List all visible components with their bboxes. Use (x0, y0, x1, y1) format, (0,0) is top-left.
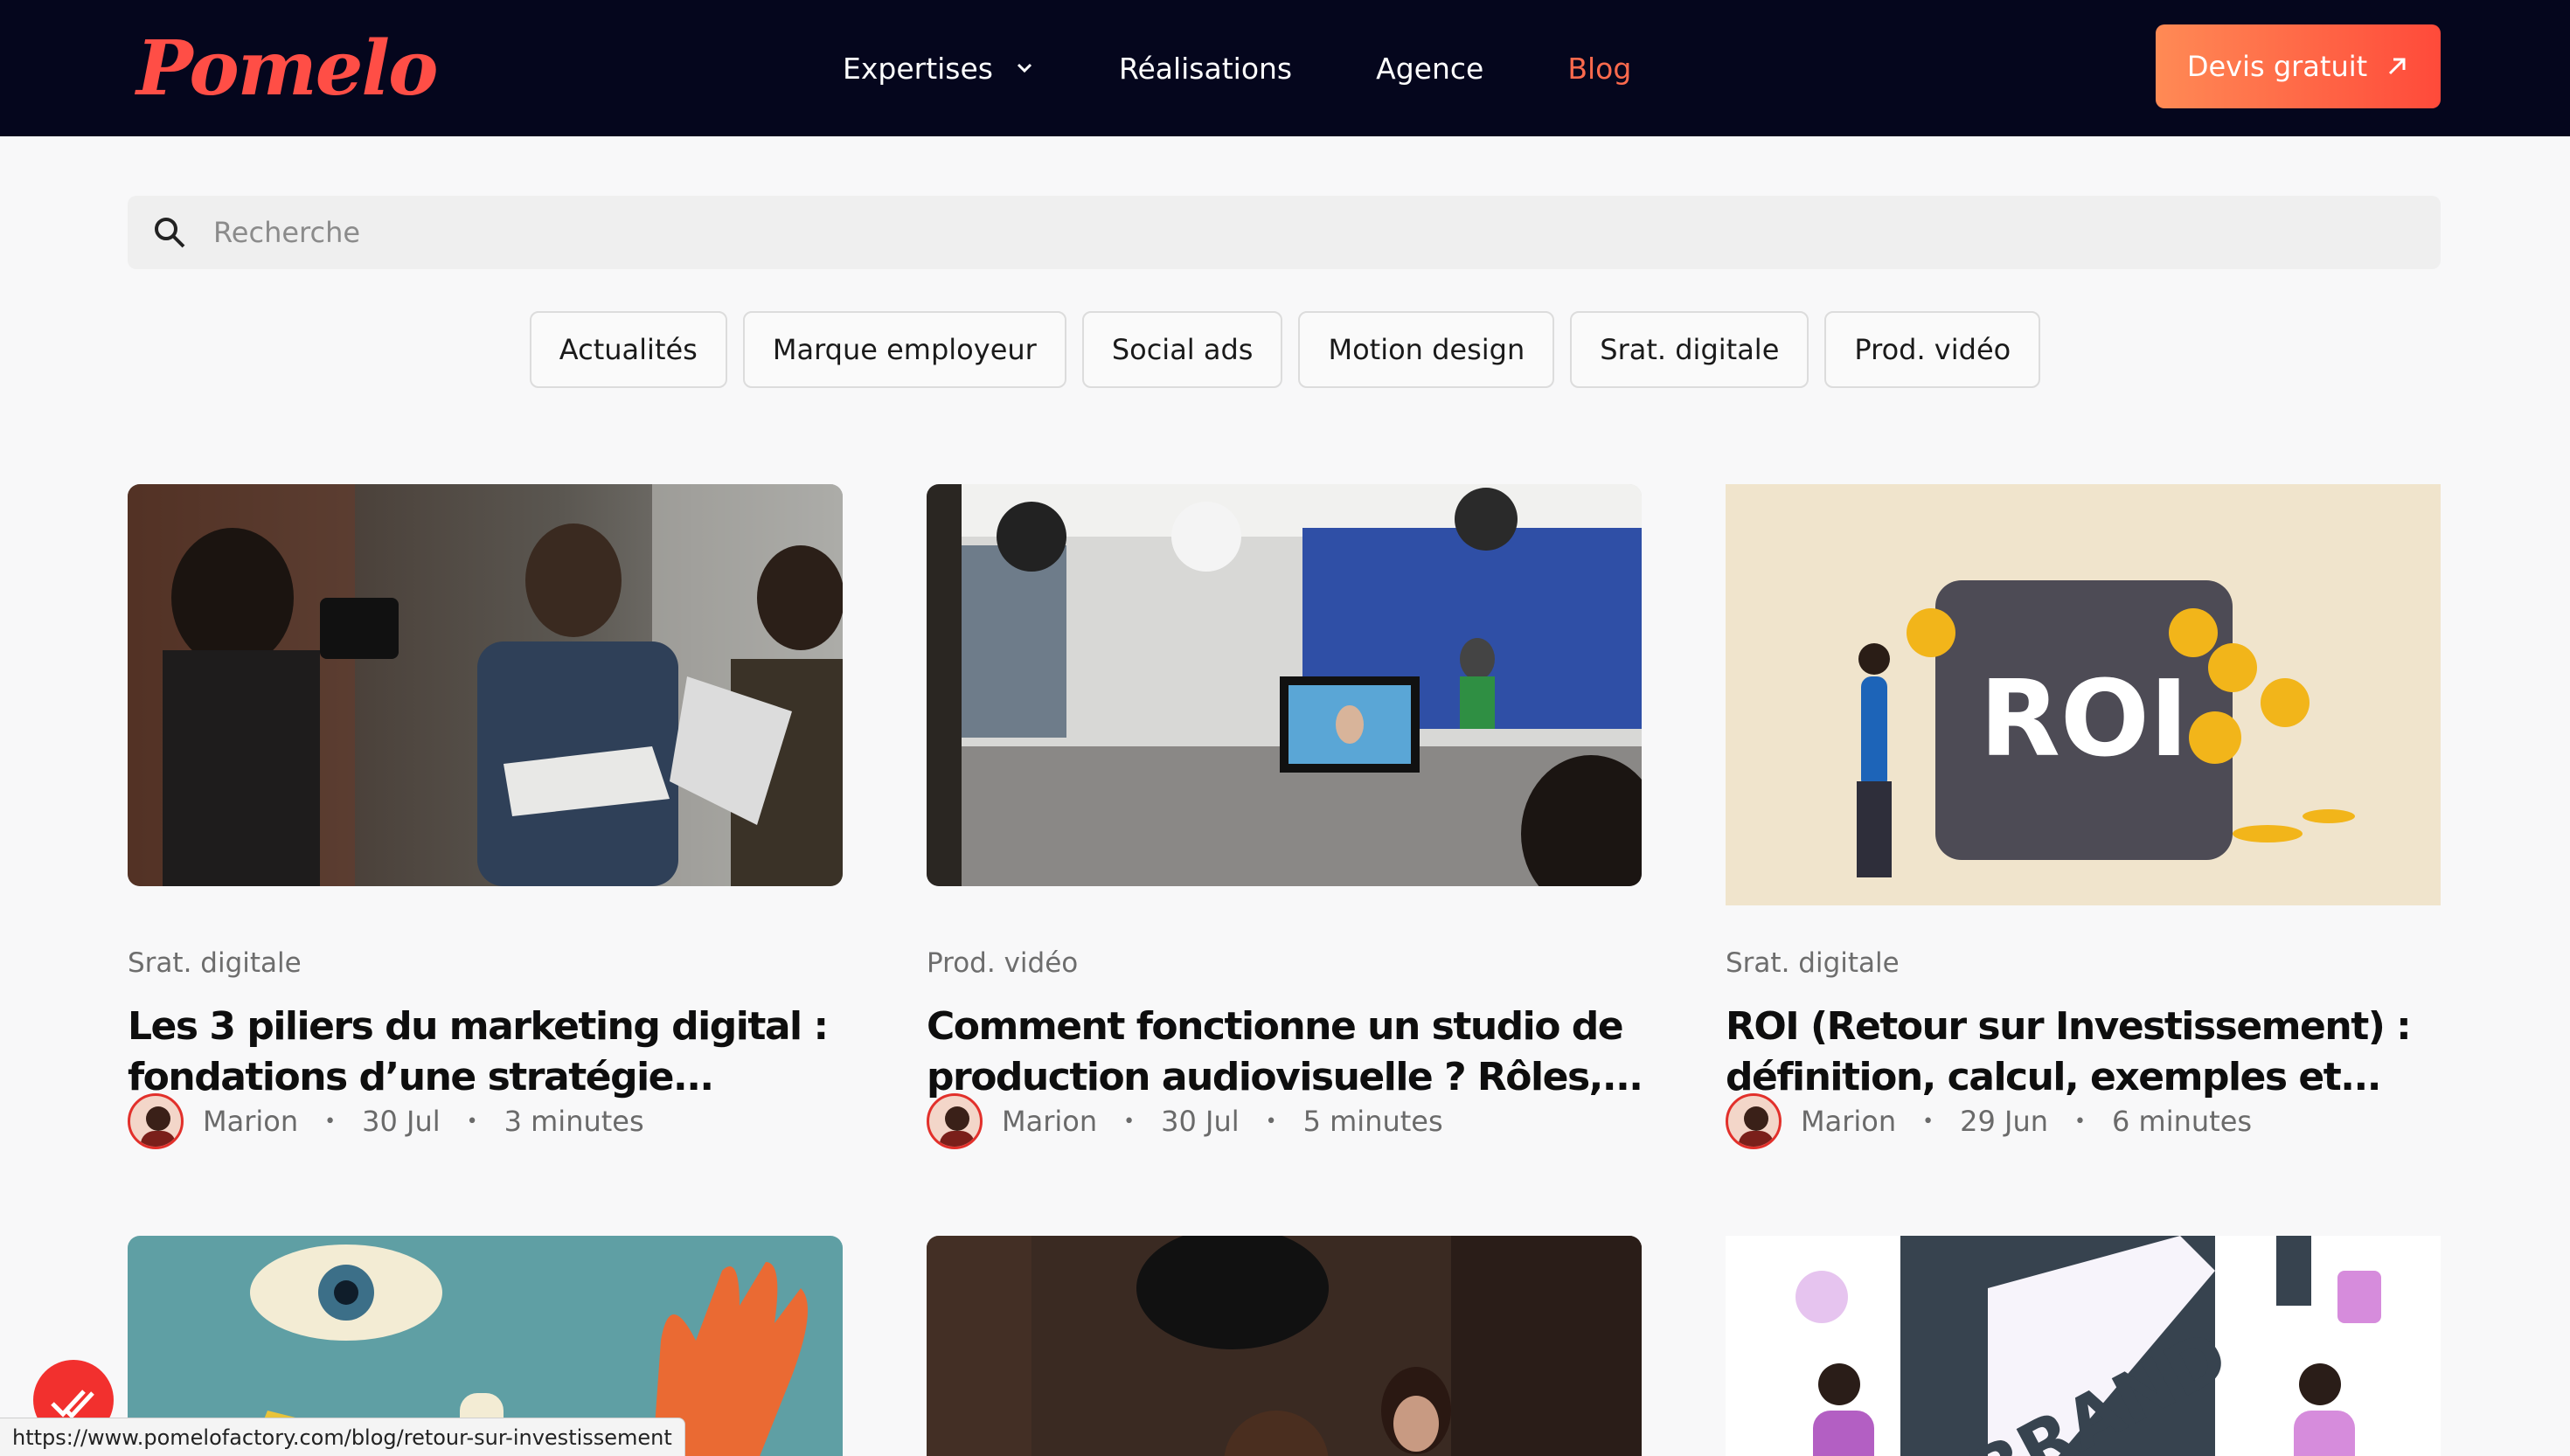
roi-image-text: ROI (1979, 659, 2188, 780)
status-bar-url: https://www.pomelofactory.com/blog/retou… (0, 1418, 685, 1456)
filter-chip-motion-design[interactable]: Motion design (1298, 311, 1555, 388)
article-title[interactable]: ROI (Retour sur Investissement) : défini… (1726, 1002, 2460, 1103)
author-name: Marion (1801, 1105, 1897, 1138)
search-bar (128, 196, 2441, 269)
article-thumbnail[interactable] (927, 484, 1642, 886)
filter-chip-actualites[interactable]: Actualités (529, 311, 727, 388)
read-time: 6 minutes (2111, 1105, 2253, 1138)
separator-dot: • (324, 1110, 337, 1133)
separator-dot: • (1265, 1110, 1277, 1133)
nav-item-expertises[interactable]: Expertises (843, 52, 1035, 86)
filter-chip-social-ads[interactable]: Social ads (1081, 311, 1283, 388)
article-date: 30 Jul (362, 1105, 441, 1138)
read-time: 3 minutes (504, 1105, 644, 1138)
nav-item-blog[interactable]: Blog (1567, 52, 1631, 86)
article-meta: Marion • 29 Jun • 6 minutes (1726, 1093, 2252, 1149)
article-date: 29 Jun (1960, 1105, 2048, 1138)
filter-chip-prod-video[interactable]: Prod. vidéo (1824, 311, 2041, 388)
separator-dot: • (2074, 1110, 2086, 1133)
free-quote-label: Devis gratuit (2186, 50, 2368, 83)
nav-item-label: Agence (1376, 51, 1484, 86)
article-category: Srat. digitale (128, 947, 302, 979)
author-name: Marion (203, 1105, 299, 1138)
article-category: Prod. vidéo (927, 947, 1079, 979)
author-avatar (927, 1093, 983, 1149)
nav-item-label: Réalisations (1119, 51, 1293, 86)
article-date: 30 Jul (1161, 1105, 1240, 1138)
pomelo-logo[interactable]: Pomelo (136, 24, 438, 113)
article-meta: Marion • 30 Jul • 3 minutes (128, 1093, 644, 1149)
top-navbar: Pomelo Expertises Réalisations Agence Bl… (0, 0, 2570, 136)
article-card[interactable]: Srat. digitale Les 3 piliers du marketin… (128, 484, 843, 1149)
article-title-line: Comment fonctionne un studio de (927, 1004, 1624, 1049)
arrow-up-right-icon (2389, 58, 2406, 75)
article-card[interactable]: Prod. vidéo Comment fonctionne un studio… (927, 484, 1643, 1149)
author-name: Marion (1002, 1105, 1098, 1138)
nav-item-label: Blog (1567, 51, 1632, 86)
article-title-line: Les 3 piliers du marketing digital : (128, 1004, 829, 1049)
search-icon (155, 218, 185, 248)
chevron-down-icon (1017, 63, 1032, 73)
article-title-line: ROI (Retour sur Investissement) : (1726, 1004, 2412, 1049)
article-card[interactable] (927, 1236, 1642, 1456)
search-input[interactable] (213, 216, 2311, 249)
article-card[interactable]: ROI Srat. digitale ROI (Retour sur Inves… (1726, 484, 2441, 1149)
article-thumbnail[interactable] (927, 1236, 1642, 1456)
nav-item-realisations[interactable]: Réalisations (1119, 52, 1292, 86)
nav-item-label: Expertises (843, 51, 993, 86)
author-avatar (1726, 1093, 1782, 1149)
article-title[interactable]: Comment fonctionne un studio de producti… (927, 1002, 1661, 1103)
author-avatar (128, 1093, 184, 1149)
article-thumbnail[interactable] (128, 484, 843, 886)
separator-dot: • (1922, 1110, 1934, 1133)
read-time: 5 minutes (1302, 1105, 1443, 1138)
article-thumbnail[interactable]: ROI (1726, 484, 2441, 905)
article-card[interactable]: BRAND (1726, 1236, 2441, 1456)
article-category: Srat. digitale (1726, 947, 1900, 979)
free-quote-button[interactable]: Devis gratuit (2156, 24, 2441, 108)
separator-dot: • (1123, 1110, 1136, 1133)
filter-chip-marque-employeur[interactable]: Marque employeur (742, 311, 1066, 388)
category-filters: Actualités Marque employeur Social ads M… (0, 311, 2570, 388)
article-title[interactable]: Les 3 piliers du marketing digital : fon… (128, 1002, 862, 1103)
separator-dot: • (466, 1110, 478, 1133)
filter-chip-strat-digitale[interactable]: Srat. digitale (1570, 311, 1809, 388)
main-menu: Expertises Réalisations Agence Blog (843, 45, 1715, 91)
article-meta: Marion • 30 Jul • 5 minutes (927, 1093, 1443, 1149)
nav-item-agence[interactable]: Agence (1376, 52, 1483, 86)
article-thumbnail[interactable]: BRAND (1726, 1236, 2441, 1456)
